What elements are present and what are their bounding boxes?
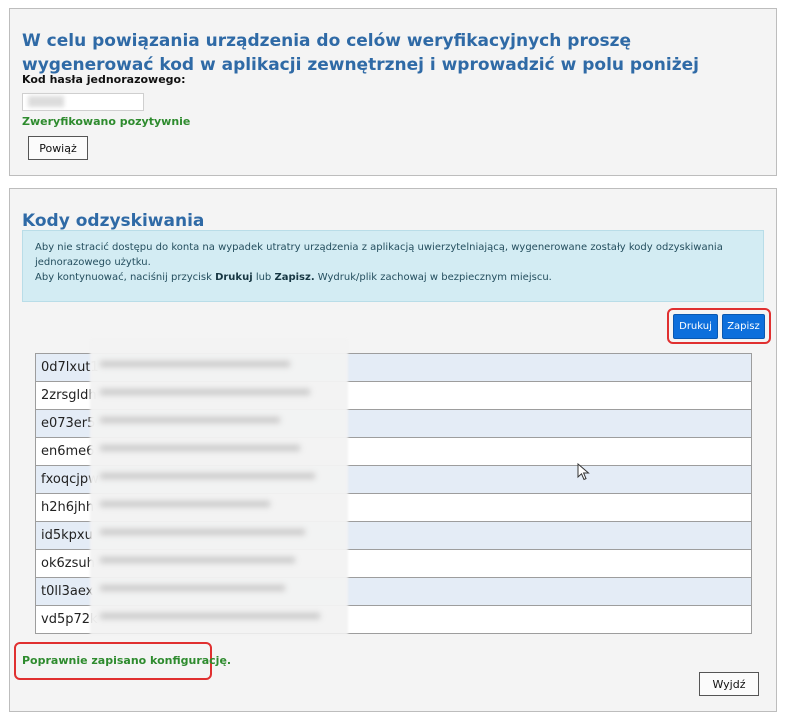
mouse-cursor-icon	[577, 463, 590, 481]
redaction-line	[100, 585, 285, 591]
redaction-line	[100, 501, 270, 507]
redaction-line	[100, 473, 315, 479]
codes-redaction-blur	[90, 339, 348, 635]
redaction-line	[100, 389, 310, 395]
bind-button[interactable]: Powiąż	[28, 136, 88, 160]
redaction-line	[100, 445, 300, 451]
otp-redacted-value	[28, 96, 64, 107]
redaction-line	[100, 613, 320, 619]
redaction-line	[100, 361, 290, 367]
exit-button[interactable]: Wyjdź	[699, 672, 759, 696]
device-link-title: W celu powiązania urządzenia do celów we…	[22, 31, 699, 75]
verification-status: Zweryfikowano pozytywnie	[22, 115, 191, 128]
redaction-line	[100, 417, 280, 423]
otp-label: Kod hasła jednorazowego:	[22, 73, 186, 86]
info-text: lub	[252, 272, 275, 283]
redaction-line	[100, 529, 305, 535]
recovery-codes-panel: Kody odzyskiwania Aby nie stracić dostęp…	[9, 188, 777, 712]
device-link-panel: W celu powiązania urządzenia do celów we…	[9, 8, 777, 176]
info-bold-save: Zapisz.	[274, 272, 315, 283]
info-text: Wydruk/plik zachowaj w bezpiecznym miejs…	[314, 272, 552, 283]
info-bold-print: Drukuj	[215, 272, 253, 283]
info-line-2: Aby kontynuować, naciśnij przycisk Druku…	[35, 270, 751, 285]
recovery-info-box: Aby nie stracić dostępu do konta na wypa…	[22, 230, 764, 302]
redaction-line	[100, 557, 295, 563]
info-line-1: Aby nie stracić dostępu do konta na wypa…	[35, 242, 723, 268]
save-button[interactable]: Zapisz	[722, 314, 765, 339]
print-button[interactable]: Drukuj	[673, 314, 718, 339]
save-status-message: Poprawnie zapisano konfigurację.	[22, 654, 232, 667]
info-text: Aby kontynuować, naciśnij przycisk	[35, 272, 216, 283]
